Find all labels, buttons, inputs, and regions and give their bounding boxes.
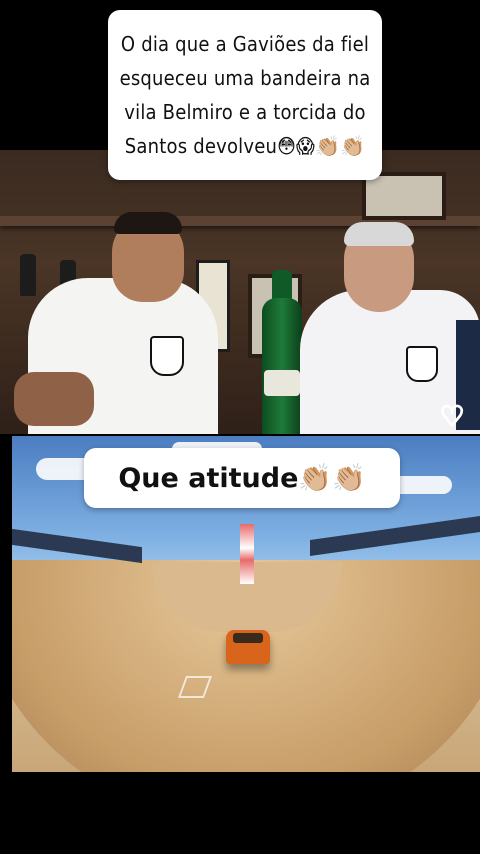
caption-line: esqueceu uma bandeira na — [119, 66, 371, 90]
heart-outline-icon[interactable]: ♡ — [436, 401, 468, 433]
caption-line: Santos devolveu😳😱👏🏼👏🏼 — [124, 134, 366, 158]
santos-badge — [150, 336, 184, 376]
person-left-arm — [14, 372, 94, 426]
caption-line: vila Belmiro e a torcida do — [124, 100, 366, 124]
santos-badge — [406, 346, 438, 382]
person-left-hair — [114, 212, 182, 234]
striped-tower — [240, 524, 254, 584]
beer-label — [264, 370, 300, 396]
overlay-caption: Que atitude👏🏼👏🏼 — [84, 448, 400, 508]
caption-line: O dia que a Gaviões da fiel — [120, 32, 370, 56]
video-screen: O dia que a Gaviões da fiel esqueceu uma… — [0, 0, 480, 854]
ramp-rail — [310, 516, 480, 556]
person-right-hair — [344, 222, 414, 246]
podcast-video-frame — [0, 150, 480, 434]
car-window — [233, 633, 263, 643]
overlay-caption-text: Que atitude👏🏼👏🏼 — [118, 463, 366, 494]
ramp-rail — [12, 528, 142, 564]
caption-card: O dia que a Gaviões da fiel esqueceu uma… — [108, 10, 382, 180]
bottle — [20, 254, 36, 296]
shelf-sign — [362, 172, 446, 220]
beer-bottle — [262, 298, 302, 434]
